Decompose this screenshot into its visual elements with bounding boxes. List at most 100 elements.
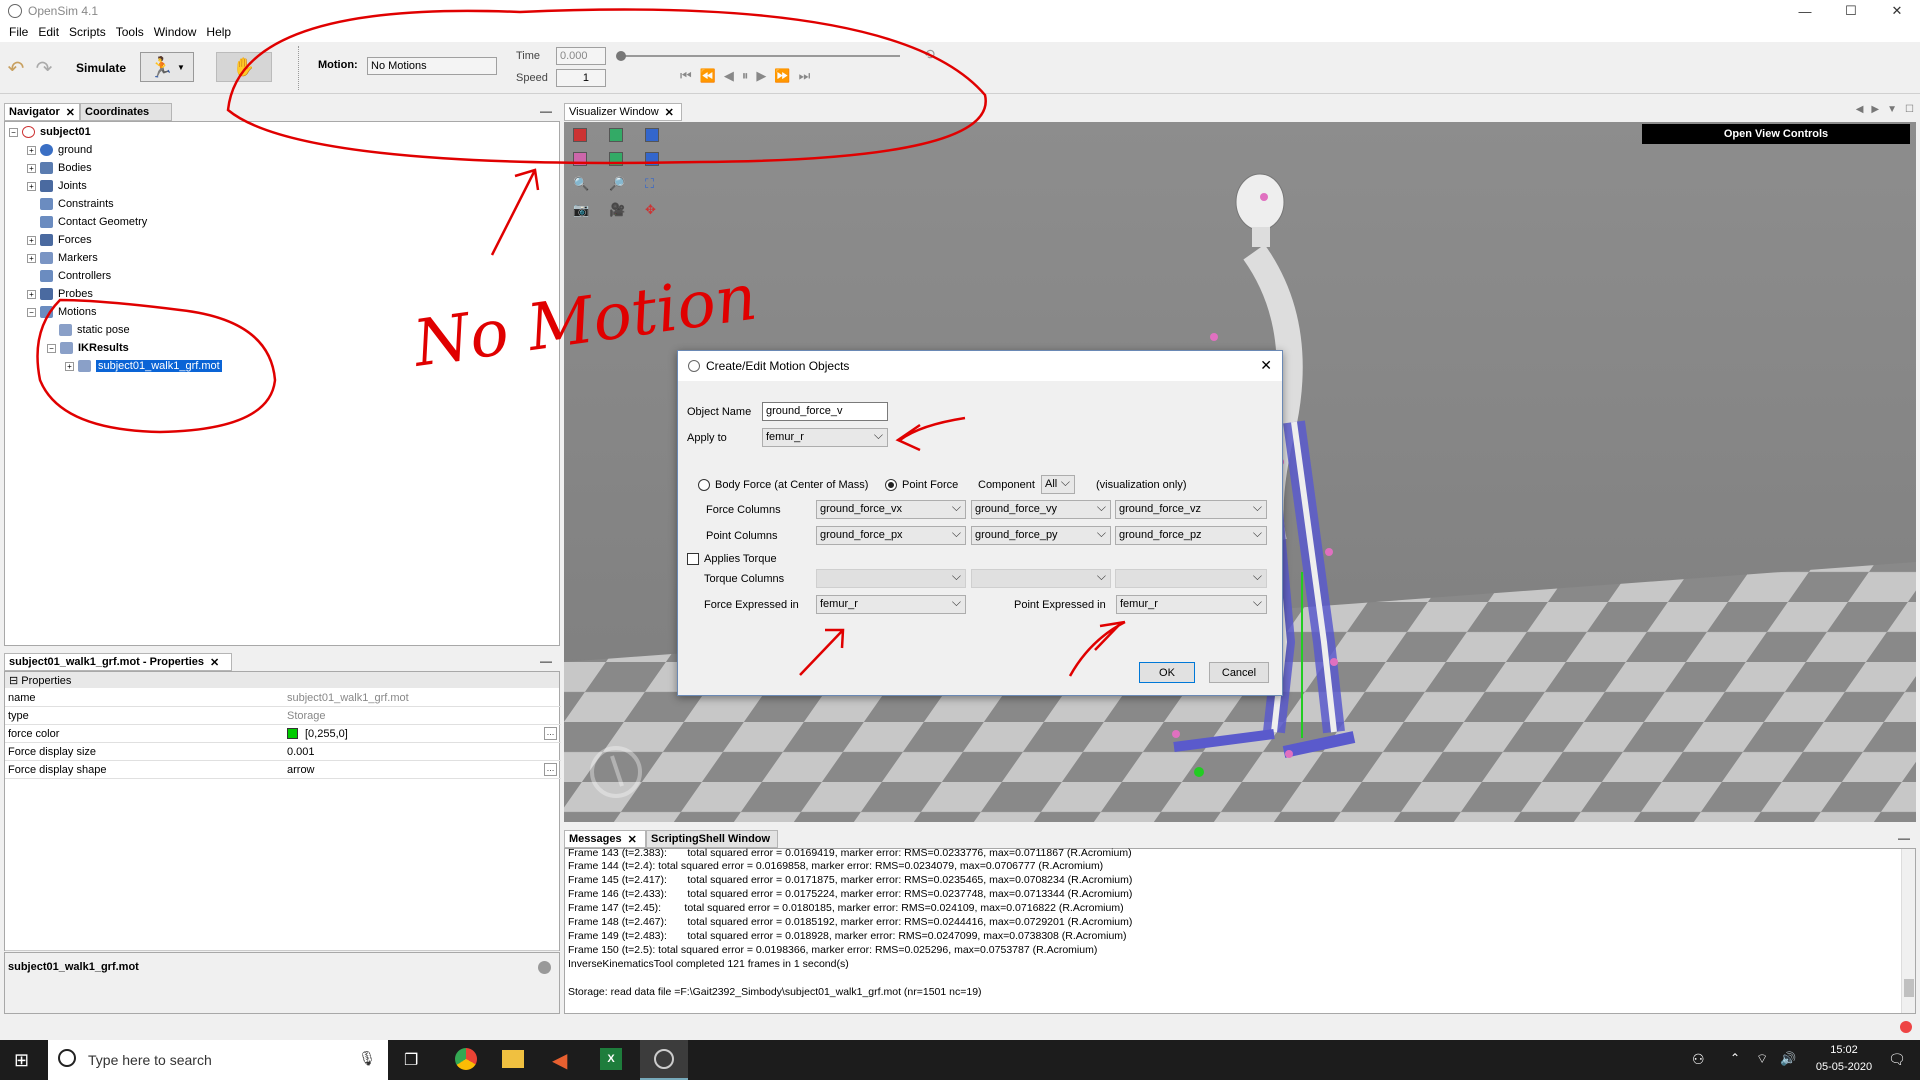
motion-selector[interactable]: No Motions xyxy=(367,57,497,75)
wifi-icon[interactable]: ⌔ xyxy=(1756,1051,1768,1067)
maximize-icon[interactable]: ☐ xyxy=(1905,104,1914,115)
media-player-icon[interactable]: ◀ xyxy=(552,1048,567,1073)
loop-icon[interactable]: ⟲ xyxy=(918,46,940,62)
taskbar-search-box[interactable]: Type here to search 🎙 xyxy=(48,1040,388,1080)
back-view-icon[interactable] xyxy=(609,128,623,142)
torque-column-y-select[interactable] xyxy=(971,569,1111,588)
clock-date[interactable]: 05-05-2020 xyxy=(1808,1061,1880,1073)
force-column-y-select[interactable]: ground_force_vy xyxy=(971,500,1111,519)
left-view-icon[interactable] xyxy=(645,128,659,142)
prop-row-display-size[interactable]: Force display size 0.001 xyxy=(5,743,561,761)
force-column-z-select[interactable]: ground_force_vz xyxy=(1115,500,1267,519)
tree-row-controllers[interactable]: Controllers xyxy=(40,268,111,284)
messages-scrollbar[interactable] xyxy=(1901,849,1915,1013)
tree-row-ground[interactable]: + ground xyxy=(27,142,92,158)
volume-icon[interactable]: 🔊 xyxy=(1780,1051,1796,1067)
minimize-panel-icon[interactable]: — xyxy=(1898,831,1910,845)
fit-view-icon[interactable]: ⛶ xyxy=(645,176,681,192)
tab-scripting-shell[interactable]: ScriptingShell Window xyxy=(646,830,778,848)
point-force-radio[interactable] xyxy=(885,479,897,491)
open-view-controls-button[interactable]: Open View Controls xyxy=(1642,124,1910,144)
tree-row-grf-motion[interactable]: + subject01_walk1_grf.mot xyxy=(65,358,222,374)
object-name-field[interactable]: ground_force_v xyxy=(762,402,888,421)
play-reverse-icon[interactable]: ◀ xyxy=(724,68,734,84)
tab-properties[interactable]: subject01_walk1_grf.mot - Properties ✕ xyxy=(4,653,232,671)
run-simulation-button[interactable]: 🏃 ▼ xyxy=(140,52,194,82)
torque-column-x-select[interactable] xyxy=(816,569,966,588)
step-forward-icon[interactable]: ⏩ xyxy=(774,68,790,84)
bottom-view-icon[interactable] xyxy=(645,152,659,166)
time-field[interactable]: 0.000 xyxy=(556,47,606,65)
tree-row-ikresults[interactable]: − IKResults xyxy=(47,340,129,356)
task-view-icon[interactable]: ❐ xyxy=(404,1050,418,1070)
menu-edit[interactable]: Edit xyxy=(33,25,64,39)
axes-icon[interactable]: ✥ xyxy=(645,202,681,218)
point-column-x-select[interactable]: ground_force_px xyxy=(816,526,966,545)
clock-time[interactable]: 15:02 xyxy=(1808,1044,1880,1056)
cancel-button[interactable]: Cancel xyxy=(1209,662,1269,683)
maximize-button[interactable]: ☐ xyxy=(1828,0,1874,22)
chevron-up-icon[interactable]: ⌃ xyxy=(1730,1051,1740,1065)
tab-coordinates[interactable]: Coordinates xyxy=(80,103,172,121)
force-expressed-select[interactable]: femur_r xyxy=(816,595,966,614)
tree-row-model[interactable]: − subject01 xyxy=(9,124,91,140)
edit-ellipsis-button[interactable]: … xyxy=(544,763,557,776)
ok-button[interactable]: OK xyxy=(1139,662,1195,683)
torque-column-z-select[interactable] xyxy=(1115,569,1267,588)
undo-icon[interactable]: ↶ xyxy=(4,56,28,80)
tab-visualizer[interactable]: Visualizer Window ✕ xyxy=(564,103,682,121)
applies-torque-checkbox[interactable] xyxy=(687,553,699,565)
close-dialog-button[interactable]: ✕ xyxy=(1260,357,1272,374)
close-icon[interactable]: ✕ xyxy=(628,833,637,846)
point-column-z-select[interactable]: ground_force_pz xyxy=(1115,526,1267,545)
top-view-icon[interactable] xyxy=(609,152,623,166)
excel-icon[interactable]: X xyxy=(600,1048,622,1070)
last-frame-icon[interactable]: ⏭ xyxy=(799,68,811,84)
hand-tool-button[interactable]: ✋ xyxy=(216,52,272,82)
minimize-panel-icon[interactable]: — xyxy=(540,104,552,118)
tree-row-contact-geometry[interactable]: Contact Geometry xyxy=(40,214,147,230)
body-force-radio[interactable] xyxy=(698,479,710,491)
dropdown-icon[interactable]: ▼ xyxy=(1887,104,1897,115)
error-indicator-icon[interactable] xyxy=(1900,1021,1912,1033)
prop-row-display-shape[interactable]: Force display shape arrow … xyxy=(5,761,561,779)
point-column-y-select[interactable]: ground_force_py xyxy=(971,526,1111,545)
pause-icon[interactable]: ⏸ xyxy=(742,68,749,84)
redo-icon[interactable]: ↷ xyxy=(32,56,56,80)
prop-row-force-color[interactable]: force color [0,255,0] … xyxy=(5,725,561,743)
simulate-button[interactable]: Simulate xyxy=(66,58,136,78)
scroll-right-icon[interactable]: ▶ xyxy=(1871,104,1879,115)
menu-tools[interactable]: Tools xyxy=(111,25,149,39)
notification-icon[interactable]: 🗨 xyxy=(1888,1051,1906,1068)
tree-row-joints[interactable]: + Joints xyxy=(27,178,87,194)
time-slider-thumb[interactable] xyxy=(616,51,626,61)
close-icon[interactable]: ✕ xyxy=(66,106,75,119)
tree-row-markers[interactable]: + Markers xyxy=(27,250,98,266)
microphone-icon[interactable]: 🎙 xyxy=(358,1050,376,1067)
component-select[interactable]: All xyxy=(1041,475,1075,494)
tree-row-bodies[interactable]: + Bodies xyxy=(27,160,92,176)
tree-row-probes[interactable]: + Probes xyxy=(27,286,93,302)
collapse-icon[interactable]: ⊟ xyxy=(9,675,18,687)
first-frame-icon[interactable]: ⏮ xyxy=(680,68,692,84)
record-icon[interactable]: 🎥 xyxy=(609,202,645,218)
play-icon[interactable]: ▶ xyxy=(756,68,766,84)
close-icon[interactable]: ✕ xyxy=(210,656,219,669)
tree-row-constraints[interactable]: Constraints xyxy=(40,196,114,212)
point-expressed-select[interactable]: femur_r xyxy=(1116,595,1267,614)
windows-start-icon[interactable]: ⊞ xyxy=(14,1050,29,1071)
chrome-icon[interactable] xyxy=(455,1048,477,1070)
scroll-left-icon[interactable]: ◀ xyxy=(1856,104,1864,115)
snapshot-icon[interactable]: 📷 xyxy=(573,202,609,218)
step-back-icon[interactable]: ⏪ xyxy=(700,68,716,84)
apply-to-select[interactable]: femur_r xyxy=(762,428,888,447)
front-view-icon[interactable] xyxy=(573,128,587,142)
zoom-in-icon[interactable]: 🔍 xyxy=(573,176,609,192)
tree-row-motions[interactable]: − Motions xyxy=(27,304,97,320)
tree-row-forces[interactable]: + Forces xyxy=(27,232,92,248)
minimize-button[interactable]: — xyxy=(1782,0,1828,22)
people-icon[interactable]: ⚇ xyxy=(1692,1051,1705,1068)
time-slider[interactable] xyxy=(620,55,900,57)
edit-ellipsis-button[interactable]: … xyxy=(544,727,557,740)
tab-messages[interactable]: Messages ✕ xyxy=(564,830,646,848)
